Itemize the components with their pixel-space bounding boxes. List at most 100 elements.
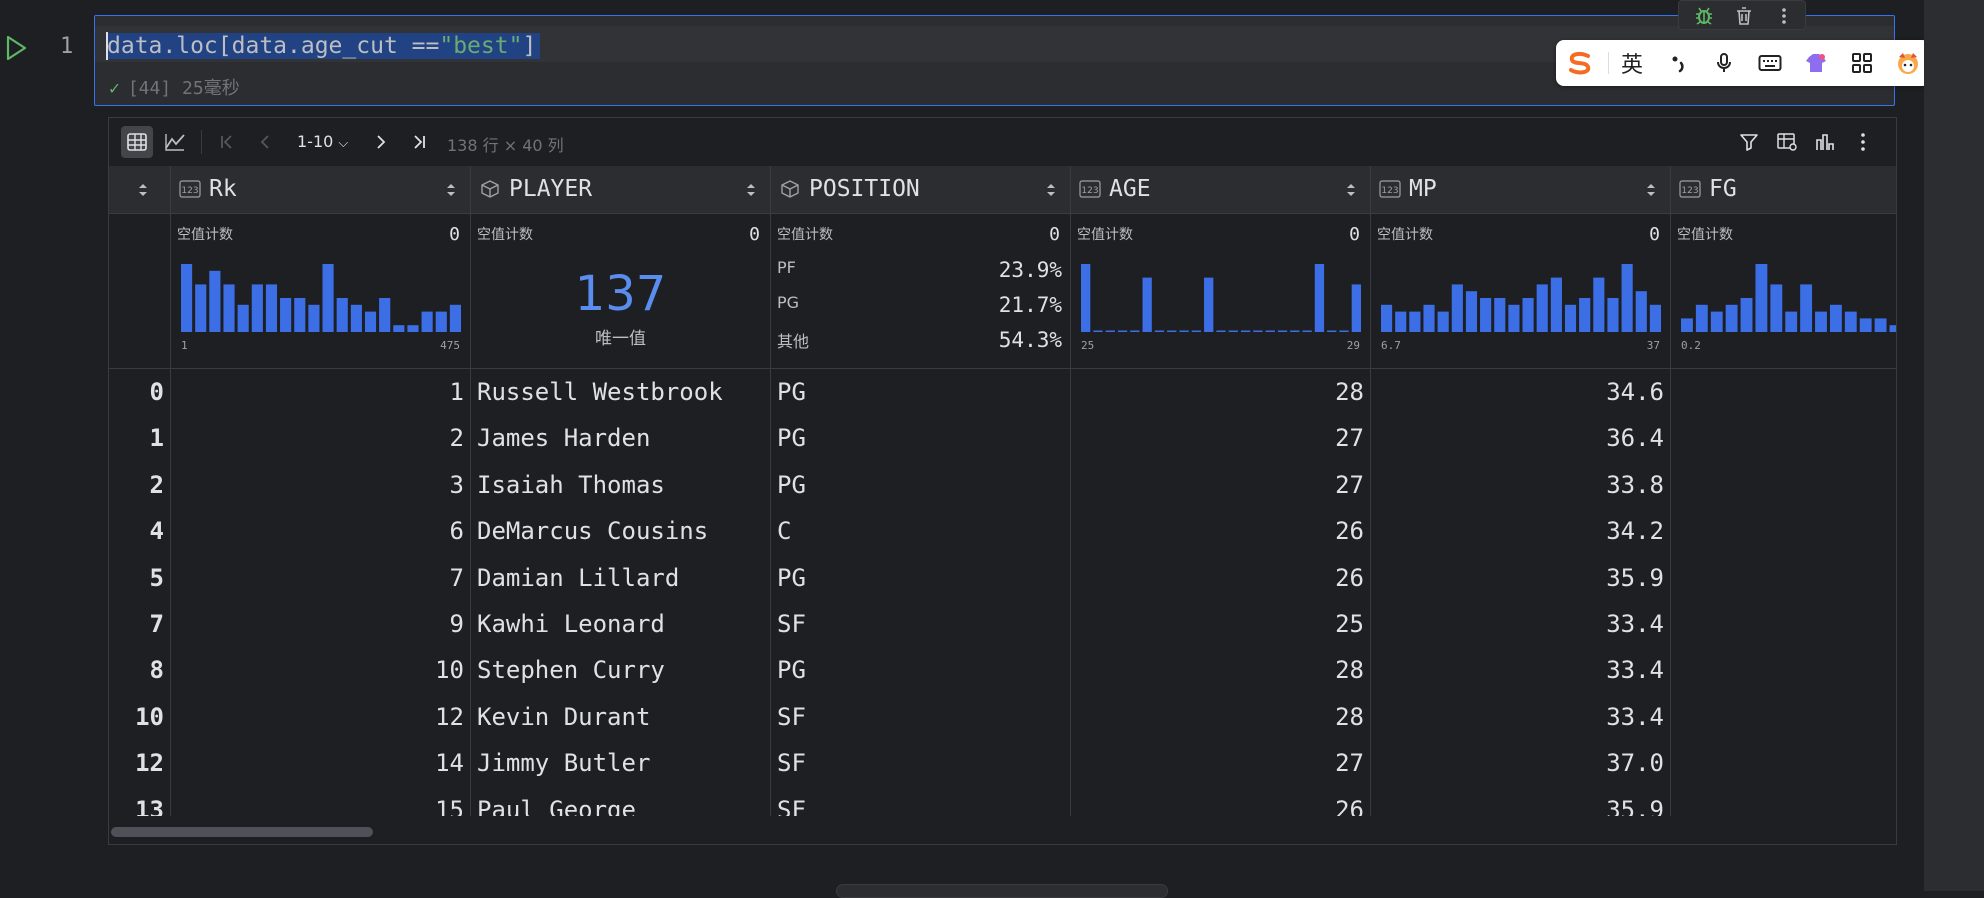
table-cell[interactable]: 2 xyxy=(171,415,470,461)
table-cell[interactable]: 33.8 xyxy=(1371,462,1670,508)
table-cell[interactable]: PG xyxy=(771,647,1070,693)
table-cell[interactable]: 9 xyxy=(171,601,470,647)
table-cell[interactable]: SF xyxy=(771,740,1070,786)
more-vertical-icon[interactable] xyxy=(1847,126,1879,158)
table-view-icon[interactable] xyxy=(121,126,153,158)
table-cell[interactable]: 7 xyxy=(171,555,470,601)
histogram-bar[interactable] xyxy=(1740,298,1753,332)
histogram-bar[interactable] xyxy=(1395,311,1407,332)
table-cell[interactable]: 33.4 xyxy=(1371,601,1670,647)
table-cell[interactable]: 28 xyxy=(1071,369,1370,415)
column-header[interactable]: PLAYER xyxy=(471,166,770,214)
export-chart-icon[interactable] xyxy=(1809,126,1841,158)
histogram-bar[interactable] xyxy=(379,298,391,332)
table-cell[interactable]: 25 xyxy=(1071,601,1370,647)
table-cell[interactable]: 26 xyxy=(1071,508,1370,554)
histogram-bar[interactable] xyxy=(407,325,419,332)
table-cell[interactable] xyxy=(1671,369,1896,415)
histogram-bar[interactable] xyxy=(209,270,221,332)
histogram-bar[interactable] xyxy=(1191,330,1202,333)
histogram-bar[interactable] xyxy=(1290,330,1300,333)
histogram-bar[interactable] xyxy=(393,325,405,332)
histogram-bar[interactable] xyxy=(1593,277,1605,332)
table-cell[interactable]: 1 xyxy=(171,369,470,415)
histogram-bar[interactable] xyxy=(1130,330,1140,333)
histogram-bar[interactable] xyxy=(1494,298,1506,332)
run-cell-button[interactable] xyxy=(4,34,28,62)
histogram-bar[interactable] xyxy=(1179,330,1189,333)
table-cell[interactable] xyxy=(1671,694,1896,740)
histogram-bar[interactable] xyxy=(1228,330,1238,333)
first-page-icon[interactable] xyxy=(211,126,243,158)
histogram-bar[interactable] xyxy=(1607,298,1619,332)
trash-icon[interactable] xyxy=(1733,5,1755,27)
column-header[interactable]: 123 AGE xyxy=(1071,166,1370,214)
table-cell[interactable]: 35.9 xyxy=(1371,555,1670,601)
column-settings-icon[interactable] xyxy=(1771,126,1803,158)
histogram-bar[interactable] xyxy=(1465,291,1478,332)
horizontal-scrollbar[interactable] xyxy=(109,816,1896,844)
histogram-bar[interactable] xyxy=(280,298,292,332)
column-header[interactable]: POSITION xyxy=(771,166,1070,214)
histogram-bar[interactable] xyxy=(1451,284,1463,332)
table-cell[interactable]: 14 xyxy=(171,740,470,786)
table-cell[interactable]: 27 xyxy=(1071,462,1370,508)
histogram-bar[interactable] xyxy=(1695,304,1708,332)
table-cell[interactable]: James Harden xyxy=(471,415,770,461)
histogram-bar[interactable] xyxy=(223,284,235,332)
histogram-bar[interactable] xyxy=(1142,277,1152,332)
table-cell[interactable] xyxy=(1671,740,1896,786)
histogram-bar[interactable] xyxy=(322,264,334,332)
table-cell[interactable] xyxy=(1671,415,1896,461)
histogram-bar[interactable] xyxy=(1409,311,1421,332)
histogram-bar[interactable] xyxy=(1785,311,1798,332)
more-vertical-icon[interactable] xyxy=(1773,5,1795,27)
table-cell[interactable]: 33.4 xyxy=(1371,694,1670,740)
last-page-icon[interactable] xyxy=(403,126,435,158)
histogram-bar[interactable] xyxy=(294,298,306,332)
next-page-icon[interactable] xyxy=(365,126,397,158)
histogram-bar[interactable] xyxy=(1508,304,1520,332)
column-header[interactable]: 123 Rk xyxy=(171,166,470,214)
histogram-bar[interactable] xyxy=(350,304,362,332)
histogram-bar[interactable] xyxy=(435,311,447,332)
index-header[interactable] xyxy=(109,166,170,214)
histogram-bar[interactable] xyxy=(1240,330,1251,333)
table-cell[interactable] xyxy=(1671,555,1896,601)
previous-page-icon[interactable] xyxy=(249,126,281,158)
histogram-bar[interactable] xyxy=(364,311,377,332)
table-cell[interactable]: SF xyxy=(771,601,1070,647)
scrollbar-thumb[interactable] xyxy=(111,827,373,837)
ime-language[interactable]: 英 xyxy=(1618,50,1646,78)
histogram-bar[interactable] xyxy=(237,304,249,332)
table-cell[interactable]: 34.2 xyxy=(1371,508,1670,554)
table-cell[interactable]: PG xyxy=(771,555,1070,601)
table-cell[interactable] xyxy=(1671,647,1896,693)
sort-icon[interactable] xyxy=(1646,182,1656,198)
table-cell[interactable]: 27 xyxy=(1071,740,1370,786)
table-cell[interactable]: PG xyxy=(771,462,1070,508)
histogram-bar[interactable] xyxy=(1770,284,1783,332)
column-header[interactable]: 123 FG xyxy=(1671,166,1896,214)
table-cell[interactable] xyxy=(1671,601,1896,647)
histogram-bar[interactable] xyxy=(1093,330,1103,333)
histogram-bar[interactable] xyxy=(1710,311,1723,332)
table-cell[interactable]: 15 xyxy=(171,787,470,816)
histogram-bar[interactable] xyxy=(1874,318,1887,332)
table-cell[interactable]: DeMarcus Cousins xyxy=(471,508,770,554)
table-cell[interactable]: SF xyxy=(771,694,1070,740)
histogram-bar[interactable] xyxy=(1277,330,1288,333)
histogram-bar[interactable] xyxy=(336,298,348,332)
histogram-bar[interactable] xyxy=(1579,298,1591,332)
table-cell[interactable]: 26 xyxy=(1071,555,1370,601)
sort-icon[interactable] xyxy=(1346,182,1356,198)
microphone-icon[interactable] xyxy=(1710,50,1738,76)
table-cell[interactable]: C xyxy=(771,508,1070,554)
histogram-bar[interactable] xyxy=(1815,311,1827,332)
table-cell[interactable]: 27 xyxy=(1071,415,1370,461)
table-cell[interactable] xyxy=(1671,462,1896,508)
skin-shirt-icon[interactable] xyxy=(1802,50,1830,76)
histogram-bar[interactable] xyxy=(1204,277,1214,332)
table-cell[interactable]: PG xyxy=(771,369,1070,415)
histogram-bar[interactable] xyxy=(1564,304,1577,332)
